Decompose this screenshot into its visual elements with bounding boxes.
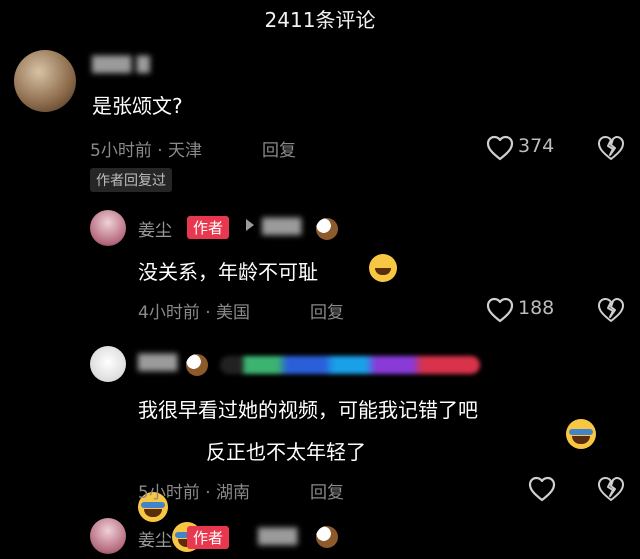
author-replied-badge: 作者回复过 <box>90 168 172 192</box>
coconut-emoji-icon <box>316 218 338 240</box>
dislike-heart-broken-icon[interactable] <box>597 135 625 161</box>
blurred-username-decoration <box>220 356 480 374</box>
reply-to-username-blurred[interactable]: ▇▇▇ <box>258 526 297 546</box>
comment-text-line1: 我很早看过她的视频，可能我记错了吧 <box>138 398 478 422</box>
comment-text-line2: 反正也不太年轻了 <box>206 440 366 464</box>
coconut-emoji-icon <box>186 354 208 376</box>
like-count: 374 <box>518 135 555 157</box>
comment-time-location: 5小时前 · 湖南 <box>138 483 251 503</box>
dislike-heart-broken-icon[interactable] <box>597 297 625 323</box>
reply-button[interactable]: 回复 <box>310 298 344 323</box>
like-count: 188 <box>518 297 555 319</box>
username[interactable]: 姜尘 <box>138 526 172 551</box>
username-blurred[interactable]: ▇▇▇ <box>138 352 177 372</box>
username-blurred[interactable]: ▇▇▇ ▇ <box>92 54 150 74</box>
laugh-crying-emoji-icon <box>566 419 596 449</box>
author-tag: 作者 <box>187 526 230 549</box>
avatar[interactable] <box>14 50 76 112</box>
author-tag: 作者 <box>187 216 230 239</box>
avatar[interactable] <box>90 210 126 246</box>
heart-icon[interactable] <box>486 297 514 323</box>
comment-time-location: 4小时前 · 美国 <box>138 303 251 323</box>
username[interactable]: 姜尘 <box>138 216 172 241</box>
avatar[interactable] <box>90 346 126 382</box>
heart-icon[interactable] <box>486 135 514 161</box>
reply-arrow-icon <box>246 219 254 231</box>
comment-text: 没关系，年龄不可耻 <box>138 260 318 284</box>
comment-time-location: 5小时前 · 天津 <box>90 141 203 161</box>
reply-button[interactable]: 回复 <box>262 136 296 161</box>
heart-icon[interactable] <box>528 476 556 502</box>
coconut-emoji-icon <box>316 526 338 548</box>
reply-to-username-blurred[interactable]: ▇▇▇ <box>262 216 301 236</box>
comment-count-title: 2411条评论 <box>264 8 376 32</box>
reply-button[interactable]: 回复 <box>310 478 344 503</box>
avatar[interactable] <box>90 518 126 554</box>
grin-emoji-icon <box>369 254 397 282</box>
comment-text: 是张颂文? <box>92 94 183 118</box>
dislike-heart-broken-icon[interactable] <box>597 476 625 502</box>
